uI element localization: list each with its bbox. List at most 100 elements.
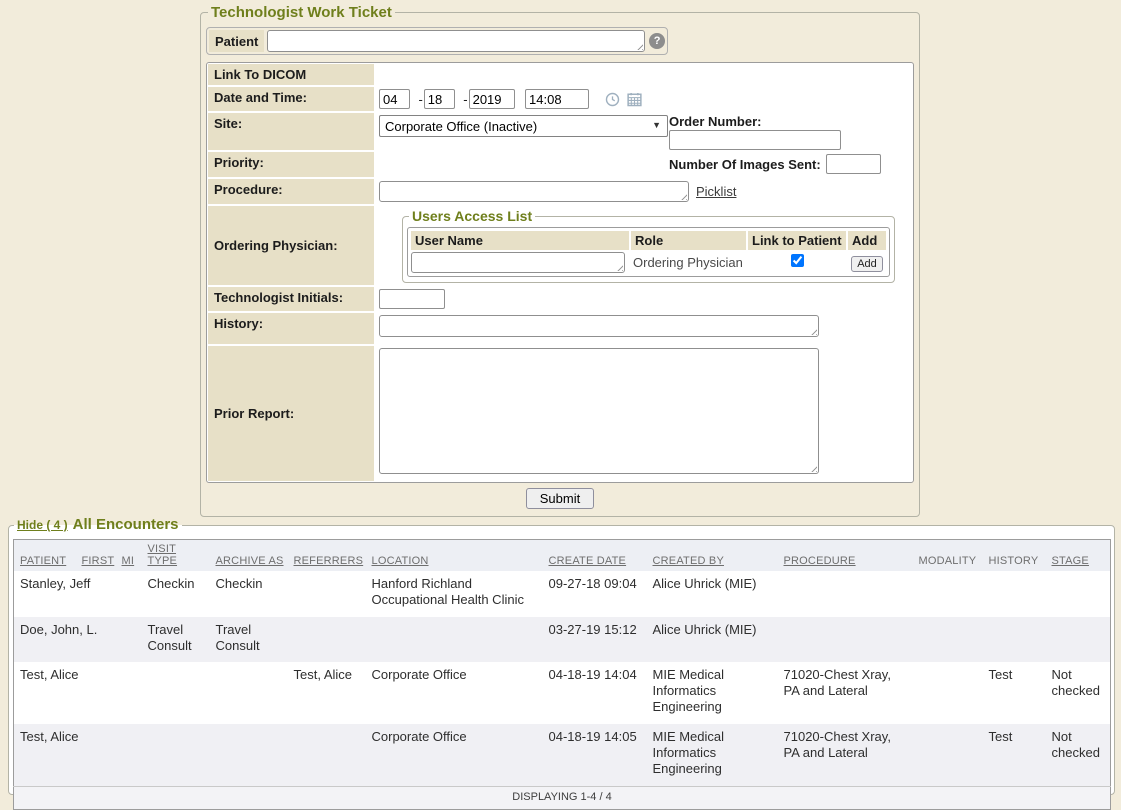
order-number-block: Order Number: <box>669 114 841 150</box>
form-row-history: History: <box>208 313 912 344</box>
sort-link-procedure[interactable]: PROCEDURE <box>784 555 856 567</box>
cell-archive-as: Travel Consult <box>210 617 288 663</box>
order-number-label: Order Number: <box>669 114 841 129</box>
date-day-input[interactable] <box>424 89 455 109</box>
procedure-input-wrap <box>379 181 689 202</box>
sort-link-referrers[interactable]: REFERRERS <box>294 555 364 567</box>
hide-encounters-link[interactable]: Hide ( 4 ) <box>17 518 68 532</box>
picklist-link[interactable]: Picklist <box>696 184 736 199</box>
cell-created-by: MIE Medical Informatics Engineering <box>647 724 778 786</box>
procedure-input[interactable] <box>379 181 689 202</box>
tech-initials-input[interactable] <box>379 289 445 309</box>
cell-location <box>366 617 543 663</box>
cell-referrers <box>288 724 366 786</box>
cell-mi <box>116 662 142 724</box>
images-sent-input[interactable] <box>826 154 881 174</box>
ordering-physician-value: Users Access List User Name Role Link to… <box>376 206 912 285</box>
images-sent-block: Number Of Images Sent: <box>669 154 881 174</box>
help-icon[interactable]: ? <box>649 33 665 49</box>
cell-visit-type: Checkin <box>142 571 210 617</box>
all-encounters-section: Hide ( 4 )All Encounters PATIENTFIRSTMIV… <box>8 516 1115 795</box>
sort-link-location[interactable]: LOCATION <box>372 555 429 567</box>
column-header-create-date[interactable]: CREATE DATE <box>543 540 647 572</box>
cell-history: Test <box>983 662 1046 724</box>
column-header-mi[interactable]: MI <box>116 540 142 572</box>
cell-modality <box>913 662 983 724</box>
patient-input-wrap <box>267 30 645 52</box>
encounter-row[interactable]: Stanley, JeffCheckinCheckinHanford Richl… <box>14 571 1111 617</box>
form-row-site: Site: Corporate Office (Inactive) ▼ Orde… <box>208 113 912 150</box>
patient-input[interactable] <box>267 30 645 52</box>
ordering-physician-label: Ordering Physician: <box>208 206 374 285</box>
cell-created-by: Alice Uhrick (MIE) <box>647 571 778 617</box>
column-header-role: Role <box>631 231 746 250</box>
cell-visit-type: Travel Consult <box>142 617 210 663</box>
technologist-work-ticket-section: Technologist Work Ticket Patient ? Link … <box>200 4 920 517</box>
cell-create-date: 04-18-19 14:05 <box>543 724 647 786</box>
cell-stage <box>1046 571 1111 617</box>
cell-patient: Stanley, Jeff <box>14 571 76 617</box>
date-separator: - <box>418 92 422 107</box>
prior-report-value <box>376 346 912 481</box>
column-header-stage[interactable]: STAGE <box>1046 540 1111 572</box>
link-to-dicom-form: Link To DICOM Date and Time: - - Site: <box>206 62 914 483</box>
column-header-visit-type[interactable]: VISIT TYPE <box>142 540 210 572</box>
cell-modality <box>913 724 983 786</box>
encounter-row[interactable]: Doe, John, L.Travel ConsultTravel Consul… <box>14 617 1111 663</box>
cell-created-by: Alice Uhrick (MIE) <box>647 617 778 663</box>
column-header-link-to-patient: Link to Patient <box>748 231 846 250</box>
encounter-row[interactable]: Test, AliceTest, AliceCorporate Office04… <box>14 662 1111 724</box>
column-header-patient[interactable]: PATIENT <box>14 540 76 572</box>
cell-first <box>76 724 116 786</box>
encounters-header-row: PATIENT FIRST MI VISIT TYPE ARCHIVE AS REFERR… <box>14 540 1111 572</box>
sort-link-patient[interactable]: PATIENT <box>20 555 66 567</box>
sort-link-mi[interactable]: MI <box>122 555 135 567</box>
sort-link-stage[interactable]: STAGE <box>1052 555 1089 567</box>
cell-create-date: 09-27-18 09:04 <box>543 571 647 617</box>
prior-report-textarea[interactable] <box>379 348 819 474</box>
cell-mi <box>116 724 142 786</box>
column-header-procedure[interactable]: PROCEDURE <box>778 540 913 572</box>
site-value: Corporate Office (Inactive) ▼ Order Numb… <box>376 113 912 150</box>
encounter-row[interactable]: Test, AliceCorporate Office04-18-19 14:0… <box>14 724 1111 786</box>
sort-link-visit-type[interactable]: VISIT TYPE <box>148 543 178 567</box>
link-to-patient-checkbox[interactable] <box>791 254 804 267</box>
form-row-tech-initials: Technologist Initials: <box>208 287 912 311</box>
cell-visit-type <box>142 724 210 786</box>
clock-icon[interactable] <box>605 92 620 107</box>
cell-procedure: 71020-Chest Xray, PA and Lateral <box>778 662 913 724</box>
cell-modality <box>913 571 983 617</box>
date-year-input[interactable] <box>469 89 515 109</box>
column-header-archive-as[interactable]: ARCHIVE AS <box>210 540 288 572</box>
column-header-referrers[interactable]: REFERRERS <box>288 540 366 572</box>
history-textarea[interactable] <box>379 315 819 337</box>
time-input[interactable] <box>525 89 589 109</box>
cell-history <box>983 571 1046 617</box>
form-row-ordering-physician: Ordering Physician: Users Access List Us… <box>208 206 912 285</box>
cell-archive-as: Checkin <box>210 571 288 617</box>
user-name-cell <box>411 252 629 273</box>
column-header-location[interactable]: LOCATION <box>366 540 543 572</box>
sort-link-first[interactable]: FIRST <box>82 555 115 567</box>
cell-create-date: 03-27-19 15:12 <box>543 617 647 663</box>
calendar-icon[interactable] <box>627 92 642 107</box>
order-number-input[interactable] <box>669 130 841 150</box>
column-header-created-by[interactable]: CREATED BY <box>647 540 778 572</box>
site-label: Site: <box>208 113 374 150</box>
submit-button[interactable]: Submit <box>526 488 594 509</box>
sort-link-create-date[interactable]: CREATE DATE <box>549 555 627 567</box>
cell-referrers <box>288 617 366 663</box>
column-header-first[interactable]: FIRST <box>76 540 116 572</box>
site-select[interactable]: Corporate Office (Inactive) <box>379 115 668 137</box>
add-user-button[interactable]: Add <box>851 256 883 272</box>
date-time-value: - - <box>376 87 912 111</box>
sort-link-created-by[interactable]: CREATED BY <box>653 555 724 567</box>
sort-link-archive-as[interactable]: ARCHIVE AS <box>216 555 284 567</box>
date-month-input[interactable] <box>379 89 410 109</box>
user-name-input[interactable] <box>411 252 625 273</box>
form-row-priority: Priority: Number Of Images Sent: <box>208 152 912 177</box>
cell-referrers <box>288 571 366 617</box>
history-value <box>376 313 912 344</box>
procedure-label: Procedure: <box>208 179 374 204</box>
encounters-table: PATIENT FIRST MI VISIT TYPE ARCHIVE AS REFERR… <box>13 539 1111 810</box>
